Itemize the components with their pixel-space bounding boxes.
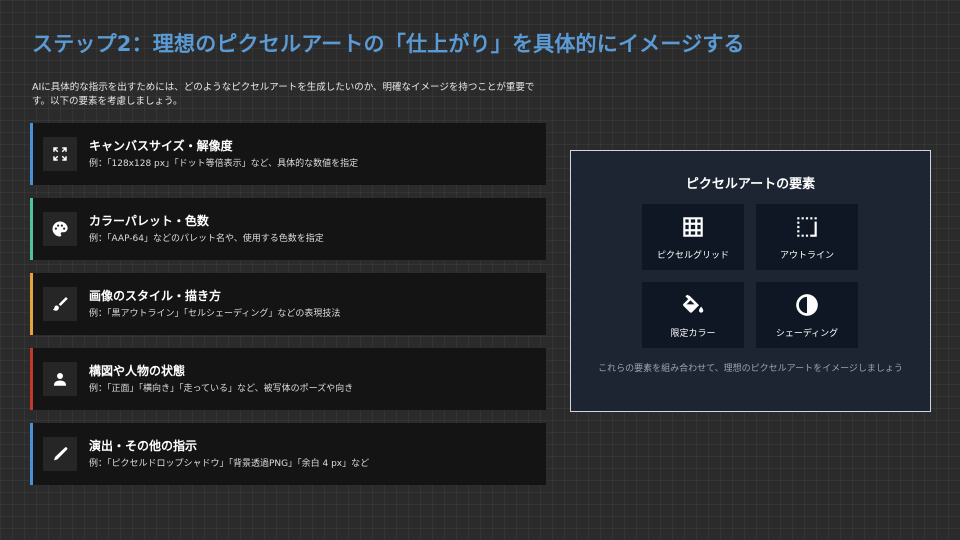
tile-limited-color: 限定カラー xyxy=(642,282,744,348)
card-style: 画像のスタイル・描き方 例：「黒アウトライン」「セルシェーディング」などの表現技… xyxy=(30,273,546,335)
tile-label: アウトライン xyxy=(779,250,834,261)
elements-panel: ピクセルアートの要素 ピクセルグリッド アウトライン 限定カラー シェーディング… xyxy=(570,150,931,412)
page-title: ステップ2：理想のピクセルアートの「仕上がり」を具体的にイメージする xyxy=(32,32,745,56)
tile-label: 限定カラー xyxy=(670,328,716,339)
card-title: キャンバスサイズ・解像度 xyxy=(89,139,233,153)
grid-icon xyxy=(683,216,703,237)
card-desc: 例：「AAP-64」などのパレット名や、使用する色数を指定 xyxy=(89,234,324,244)
tile-label: シェーディング xyxy=(775,328,839,339)
pen-icon xyxy=(43,437,77,471)
card-color-palette: カラーパレット・色数 例：「AAP-64」などのパレット名や、使用する色数を指定 xyxy=(30,198,546,260)
card-canvas-size: キャンバスサイズ・解像度 例：「128x128 px」「ドット等倍表示」など、具… xyxy=(30,123,546,185)
card-title: 演出・その他の指示 xyxy=(89,439,198,453)
card-effects: 演出・その他の指示 例：「ピクセルドロップシャドウ」「背景透過PNG」「余白 4… xyxy=(30,423,546,485)
panel-footer: これらの要素を組み合わせて、理想のピクセルアートをイメージしましょう xyxy=(598,364,903,374)
tile-label: ピクセルグリッド xyxy=(656,250,729,261)
intro-text: AIに具体的な指示を出すためには、どのようなピクセルアートを生成したいのか、明確… xyxy=(32,82,535,107)
expand-icon xyxy=(43,137,77,171)
card-title: カラーパレット・色数 xyxy=(89,214,209,228)
card-desc: 例：「128x128 px」「ドット等倍表示」など、具体的な数値を指定 xyxy=(89,159,359,169)
card-title: 画像のスタイル・描き方 xyxy=(89,289,222,303)
fill-bucket-icon xyxy=(683,294,704,313)
tile-shading: シェーディング xyxy=(756,282,858,348)
person-icon xyxy=(43,362,77,396)
palette-icon xyxy=(43,212,77,246)
card-desc: 例：「黒アウトライン」「セルシェーディング」などの表現技法 xyxy=(89,309,341,319)
card-composition: 構図や人物の状態 例：「正面」「横向き」「走っている」など、被写体のポーズや向き xyxy=(30,348,546,410)
brush-icon xyxy=(43,287,77,321)
contrast-icon xyxy=(796,293,818,316)
card-title: 構図や人物の状態 xyxy=(89,364,186,378)
tile-pixel-grid: ピクセルグリッド xyxy=(642,204,744,270)
tile-outline: アウトライン xyxy=(756,204,858,270)
outline-icon xyxy=(797,216,817,237)
card-desc: 例：「ピクセルドロップシャドウ」「背景透過PNG」「余白 4 px」など xyxy=(89,459,370,469)
panel-title: ピクセルアートの要素 xyxy=(685,177,816,192)
card-desc: 例：「正面」「横向き」「走っている」など、被写体のポーズや向き xyxy=(89,384,354,394)
